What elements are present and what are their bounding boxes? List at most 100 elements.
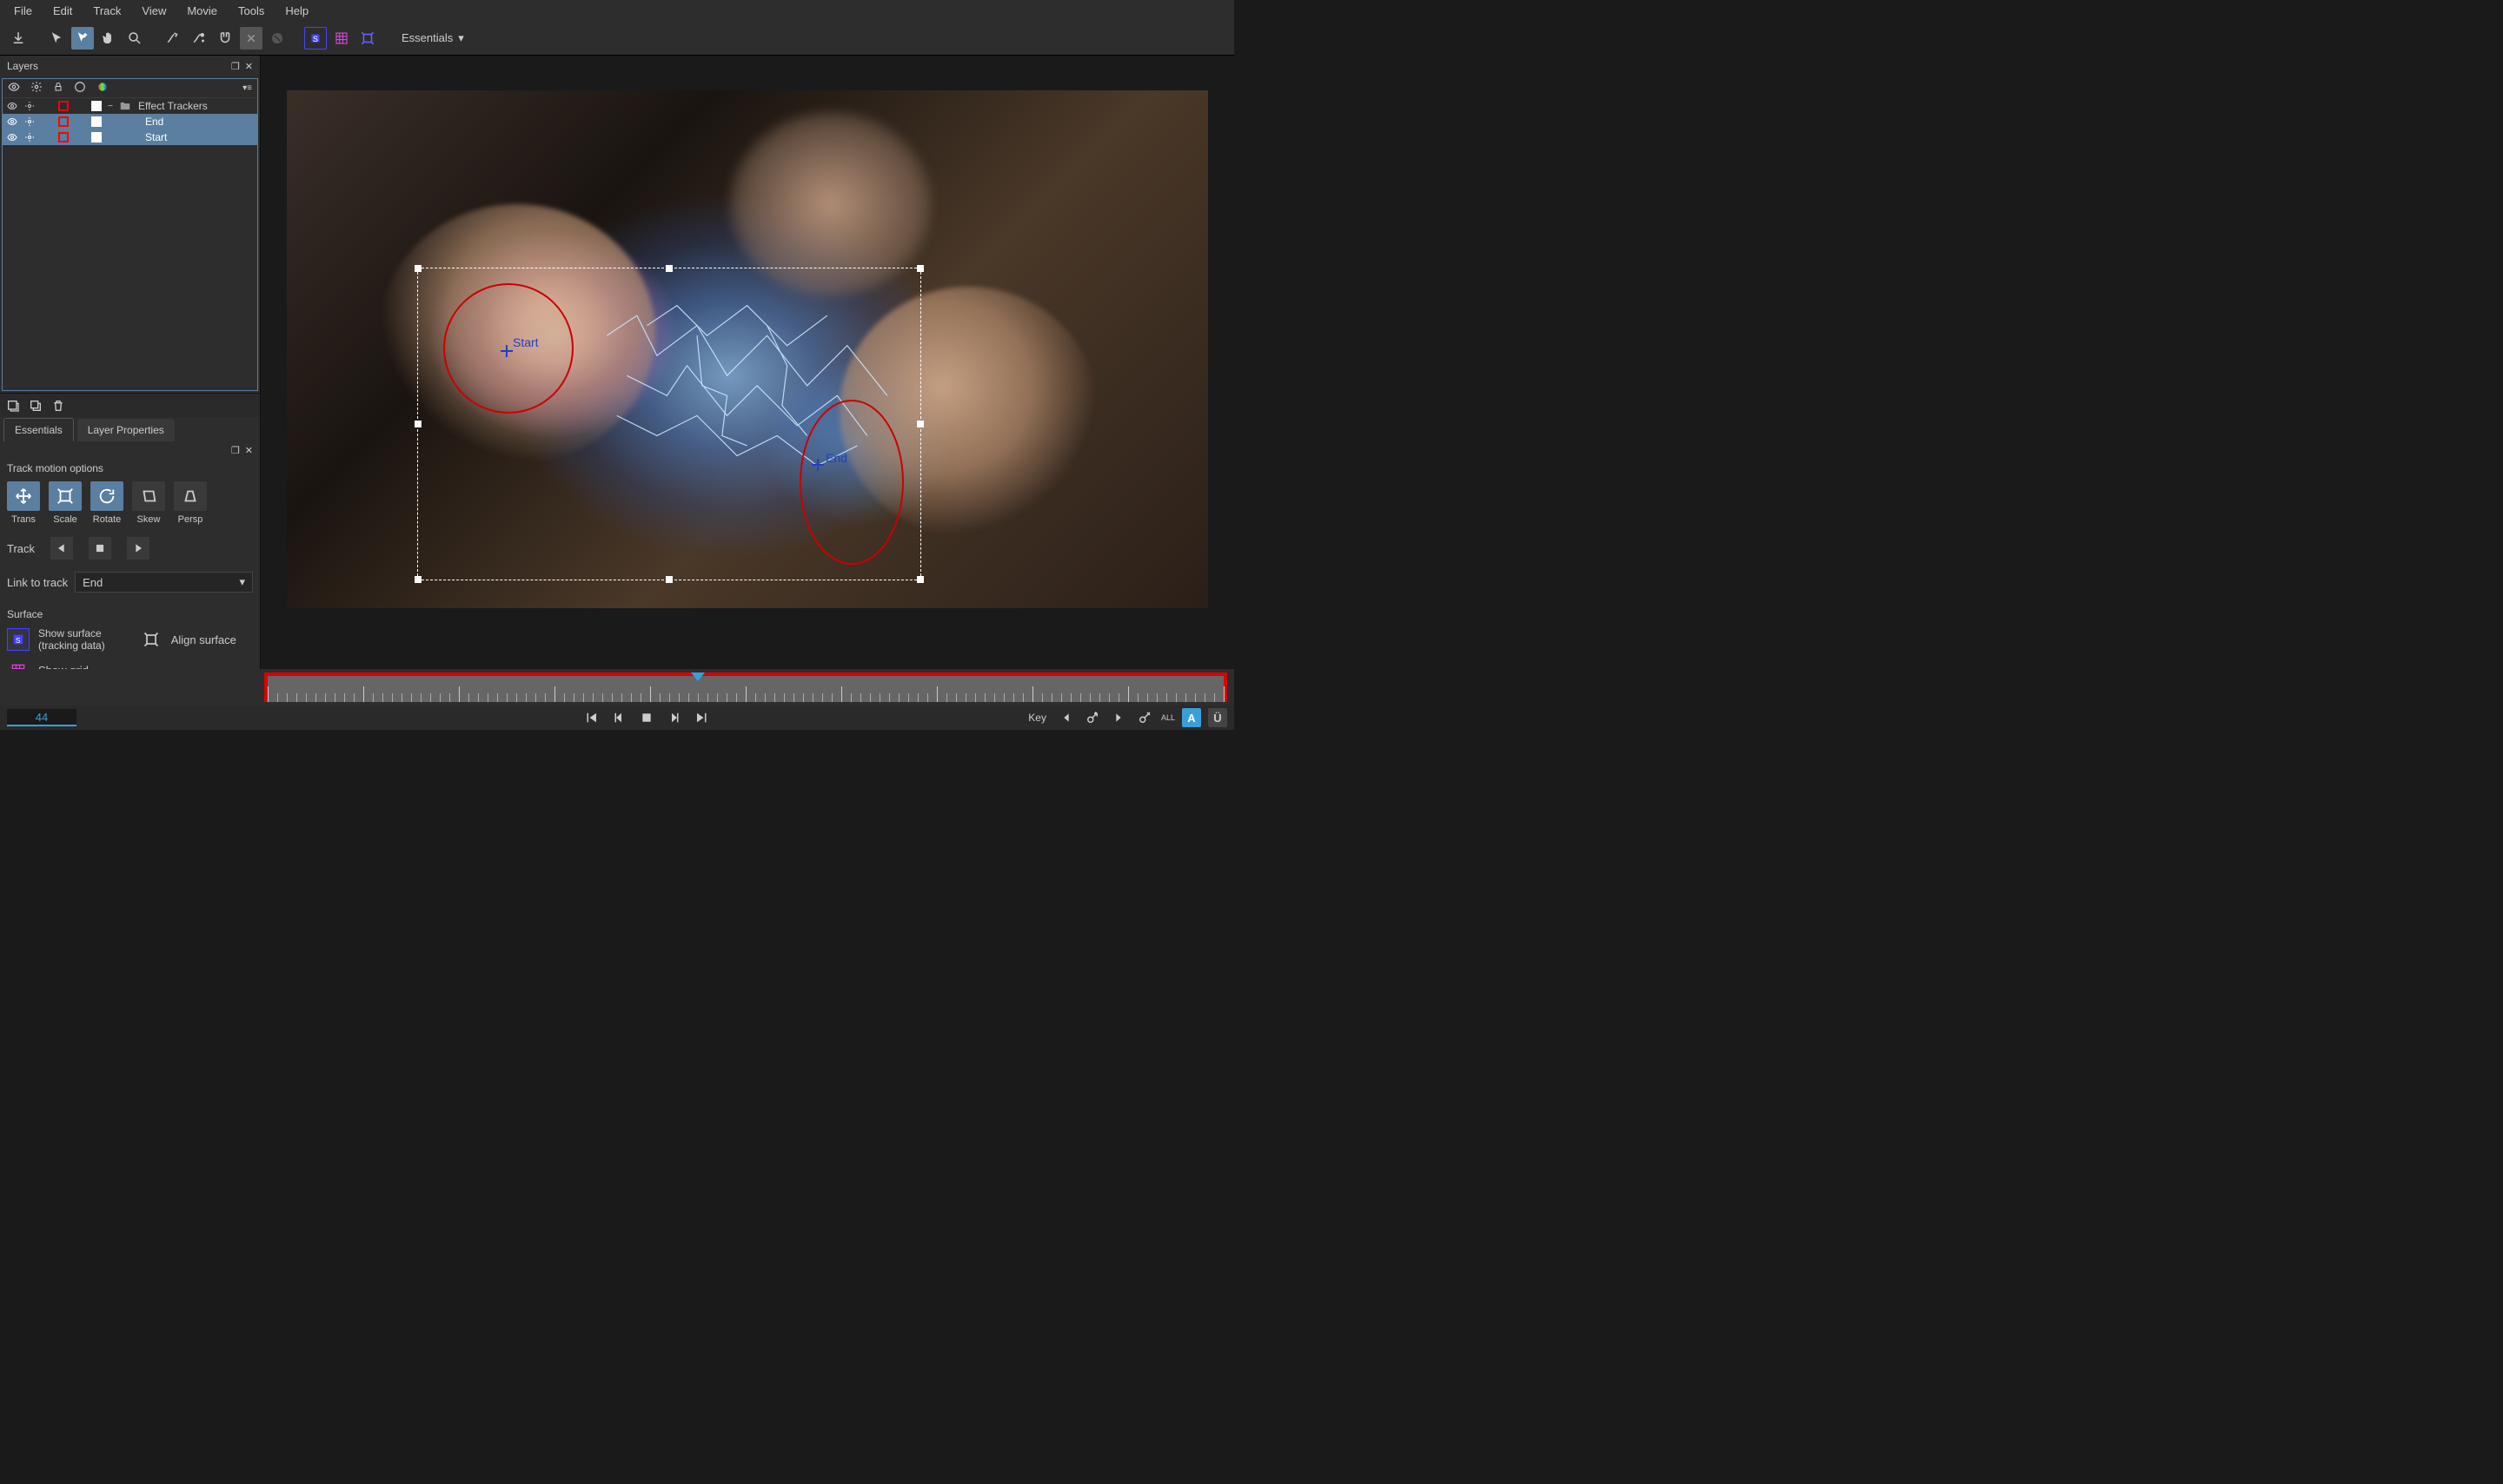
show-surface-button[interactable]: S	[7, 628, 30, 651]
tracker-end-center[interactable]	[812, 459, 824, 471]
panel-undock-icon[interactable]: ❐	[231, 61, 240, 72]
essentials-panel: ❐ ✕ Track motion options Trans Scale Rot…	[0, 441, 260, 669]
spline-color-swatch[interactable]	[58, 132, 69, 142]
grid-toggle-icon[interactable]	[330, 27, 353, 50]
matte-color-swatch[interactable]	[91, 101, 102, 111]
next-key-button[interactable]	[1109, 708, 1128, 727]
spline-color-swatch[interactable]	[58, 116, 69, 127]
add-point-icon[interactable]	[188, 27, 210, 50]
process-icon[interactable]	[23, 131, 36, 143]
current-frame-input[interactable]	[7, 709, 76, 726]
pointer-icon[interactable]	[45, 27, 68, 50]
layer-row-start[interactable]: Start	[3, 129, 257, 145]
matte-header-icon[interactable]	[96, 81, 109, 96]
process-icon[interactable]	[23, 116, 36, 128]
go-to-end-button[interactable]	[693, 708, 712, 727]
timeline-ruler[interactable]	[264, 672, 1227, 702]
new-layer-icon[interactable]	[5, 398, 21, 414]
visibility-icon[interactable]	[6, 100, 18, 112]
motion-skew-button[interactable]	[132, 481, 165, 511]
properties-tabbar: Essentials Layer Properties	[0, 417, 260, 441]
tracker-start-center[interactable]	[501, 345, 513, 357]
motion-perspective-button[interactable]	[174, 481, 207, 511]
track-backward-button[interactable]	[50, 537, 73, 560]
autokey-u-button[interactable]: Ü	[1208, 708, 1227, 727]
go-to-start-button[interactable]	[581, 708, 601, 727]
hand-icon[interactable]	[97, 27, 120, 50]
layers-footer	[0, 393, 260, 417]
prev-key-button[interactable]	[1057, 708, 1076, 727]
show-surface-label-1: Show surface	[38, 627, 105, 639]
visibility-icon[interactable]	[6, 116, 18, 128]
lock-header-icon[interactable]	[53, 82, 63, 95]
motion-label: Trans	[7, 514, 40, 525]
step-forward-button[interactable]	[665, 708, 684, 727]
selection-handle-tc[interactable]	[666, 265, 673, 272]
tool-x-icon[interactable]	[240, 27, 262, 50]
save-icon[interactable]	[7, 27, 30, 50]
menu-tools[interactable]: Tools	[228, 1, 275, 21]
panel-undock-icon[interactable]: ❐	[231, 445, 240, 456]
collapse-icon[interactable]: −	[107, 102, 114, 111]
visibility-header-icon[interactable]	[8, 81, 20, 96]
menu-bar: File Edit Track View Movie Tools Help	[0, 0, 1234, 21]
motion-scale-button[interactable]	[49, 481, 82, 511]
delete-key-button[interactable]	[1135, 708, 1154, 727]
step-back-button[interactable]	[609, 708, 628, 727]
menu-track[interactable]: Track	[83, 1, 131, 21]
selection-handle-tr[interactable]	[917, 265, 924, 272]
menu-help[interactable]: Help	[275, 1, 319, 21]
align-icon[interactable]	[356, 27, 379, 50]
motion-translate-button[interactable]	[7, 481, 40, 511]
track-forward-button[interactable]	[127, 537, 149, 560]
align-surface-button[interactable]	[140, 628, 163, 651]
autokey-a-button[interactable]: A	[1182, 708, 1201, 727]
workspace-label: Essentials	[402, 31, 453, 44]
xspline-icon[interactable]	[162, 27, 184, 50]
add-key-button[interactable]	[1083, 708, 1102, 727]
selection-handle-tl[interactable]	[415, 265, 422, 272]
track-stop-button[interactable]	[89, 537, 111, 560]
matte-color-swatch[interactable]	[91, 132, 102, 142]
menu-file[interactable]: File	[3, 1, 43, 21]
layer-row-end[interactable]: End	[3, 114, 257, 129]
show-grid-button[interactable]	[7, 659, 30, 669]
duplicate-layer-icon[interactable]	[28, 398, 43, 414]
tab-layer-properties[interactable]: Layer Properties	[77, 419, 175, 441]
surface-toggle-icon[interactable]: S	[304, 27, 327, 50]
tracker-end-shape[interactable]	[800, 400, 904, 565]
add-pointer-icon[interactable]	[71, 27, 94, 50]
panel-close-icon[interactable]: ✕	[245, 445, 253, 456]
selection-handle-ml[interactable]	[415, 421, 422, 427]
delete-layer-icon[interactable]	[50, 398, 66, 414]
menu-edit[interactable]: Edit	[43, 1, 83, 21]
matte-color-swatch[interactable]	[91, 116, 102, 127]
visibility-icon[interactable]	[6, 131, 18, 143]
surface-title: Surface	[7, 608, 253, 620]
stop-button[interactable]	[637, 708, 656, 727]
workspace-dropdown[interactable]: Essentials ▾	[395, 28, 471, 49]
menu-view[interactable]: View	[131, 1, 176, 21]
process-header-icon[interactable]	[30, 81, 43, 96]
layer-group-row[interactable]: − Effect Trackers	[3, 98, 257, 114]
panel-close-icon[interactable]: ✕	[245, 61, 253, 72]
tab-essentials[interactable]: Essentials	[3, 418, 74, 441]
motion-rotate-button[interactable]	[90, 481, 123, 511]
layers-menu-icon[interactable]: ▾≡	[242, 83, 252, 93]
selection-handle-bl[interactable]	[415, 576, 422, 583]
selection-handle-mr[interactable]	[917, 421, 924, 427]
selection-handle-br[interactable]	[917, 576, 924, 583]
zoom-icon[interactable]	[123, 27, 146, 50]
menu-movie[interactable]: Movie	[176, 1, 228, 21]
canvas[interactable]: Start End	[287, 90, 1208, 608]
playhead[interactable]	[691, 672, 705, 681]
selection-handle-bc[interactable]	[666, 576, 673, 583]
spline-color-swatch[interactable]	[58, 101, 69, 111]
process-icon[interactable]	[23, 100, 36, 112]
link-to-track-dropdown[interactable]: End ▾	[75, 572, 253, 593]
tool-disabled-icon[interactable]	[266, 27, 289, 50]
layer-group-name: Effect Trackers	[136, 100, 254, 112]
color-header-icon[interactable]	[74, 81, 86, 96]
magnet-icon[interactable]	[214, 27, 236, 50]
viewport[interactable]: Start End	[261, 56, 1234, 669]
